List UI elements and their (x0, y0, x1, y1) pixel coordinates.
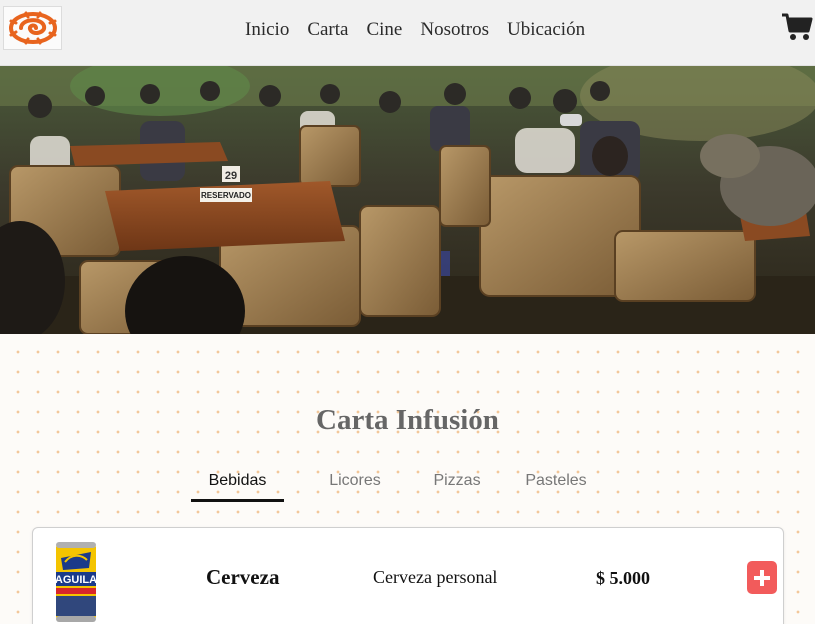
nav-inicio[interactable]: Inicio (236, 18, 298, 42)
site-header: Inicio Carta Cine Nosotros Ubicación (0, 0, 815, 66)
product-image-label: AGUILA (55, 574, 97, 586)
nav-nosotros[interactable]: Nosotros (411, 18, 498, 42)
shopping-cart-icon (782, 13, 813, 40)
product-image: AGUILA (53, 540, 99, 624)
nav-ubicacion[interactable]: Ubicación (498, 18, 594, 42)
menu-tabs: Bebidas Licores Pizzas Pasteles (191, 464, 604, 502)
product-card: AGUILA Cerveza Cerveza personal $ 5.000 (32, 527, 784, 624)
logo[interactable] (3, 6, 62, 50)
swirl-logo-icon (8, 11, 57, 45)
product-description: Cerveza personal (373, 567, 498, 587)
cart-button[interactable] (781, 12, 813, 42)
tab-bebidas[interactable]: Bebidas (191, 464, 284, 502)
menu-section: Carta Infusión Bebidas Licores Pizzas Pa… (0, 334, 815, 624)
product-name: Cerveza (206, 565, 280, 589)
plus-icon (754, 569, 770, 586)
main-nav: Inicio Carta Cine Nosotros Ubicación (236, 18, 594, 42)
table-number: 29 (225, 170, 237, 182)
tab-pizzas[interactable]: Pizzas (422, 464, 492, 502)
tab-licores[interactable]: Licores (284, 464, 422, 502)
menu-title: Carta Infusión (316, 404, 499, 436)
tab-pasteles[interactable]: Pasteles (492, 464, 604, 502)
add-to-cart-button[interactable] (747, 561, 777, 594)
hero-photo: 29 RESERVADO (0, 66, 815, 334)
nav-cine[interactable]: Cine (357, 18, 411, 42)
nav-carta[interactable]: Carta (298, 18, 357, 42)
product-price: $ 5.000 (596, 568, 650, 588)
reserved-sign: RESERVADO (201, 191, 251, 200)
